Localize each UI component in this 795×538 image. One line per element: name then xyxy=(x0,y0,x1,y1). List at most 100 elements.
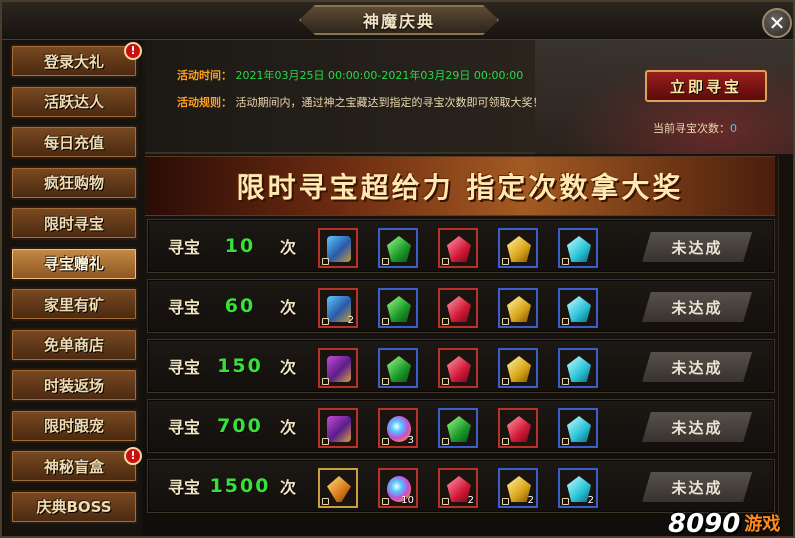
sidebar-item[interactable]: 家里有矿 xyxy=(10,287,138,321)
reward-item-slot[interactable] xyxy=(318,228,358,268)
claim-status-button[interactable]: 未达成 xyxy=(642,412,752,442)
bound-lock-icon xyxy=(562,438,569,445)
sidebar-item[interactable]: 活跃达人 xyxy=(10,84,138,119)
red-gem-icon xyxy=(507,416,531,442)
window-title: 神魔庆典 xyxy=(362,12,435,31)
sidebar-item[interactable]: 限时跟宠 xyxy=(10,408,138,443)
title-bar: 神魔庆典 ✕ xyxy=(2,2,793,40)
sidebar-item-label: 庆典BOSS xyxy=(36,498,112,516)
bound-lock-icon xyxy=(382,258,389,265)
yellow-gem-icon xyxy=(507,296,531,322)
reward-item-slot[interactable] xyxy=(438,288,478,328)
reward-item-slot[interactable]: 3 xyxy=(378,408,418,448)
purple-chest-icon xyxy=(327,416,351,442)
sidebar-item[interactable]: 登录大礼! xyxy=(10,42,142,78)
requirement-word: 寻宝 xyxy=(168,478,201,497)
claim-status-label: 未达成 xyxy=(671,478,723,497)
requirement-unit: 次 xyxy=(280,298,297,317)
sidebar-item[interactable]: 寻宝赠礼 xyxy=(10,246,138,281)
seek-treasure-button[interactable]: 立即寻宝 xyxy=(645,70,767,102)
yellow-gem-icon xyxy=(507,236,531,262)
claim-status-button[interactable]: 未达成 xyxy=(642,292,752,322)
reward-item-slot[interactable] xyxy=(498,288,538,328)
title-plate: 神魔庆典 xyxy=(299,5,499,35)
reward-item-slot[interactable] xyxy=(558,288,598,328)
reward-item-slot[interactable]: 2 xyxy=(318,288,358,328)
reward-item-slot[interactable] xyxy=(378,228,418,268)
sidebar-item[interactable]: 庆典BOSS xyxy=(10,489,138,524)
claim-status-button[interactable]: 未达成 xyxy=(642,232,752,262)
reward-item-slot[interactable] xyxy=(378,348,418,388)
requirement-word: 寻宝 xyxy=(168,238,201,257)
reward-item-slot[interactable] xyxy=(498,408,538,448)
yellow-gem-icon xyxy=(507,356,531,382)
sidebar-item-label: 时装返场 xyxy=(43,376,104,395)
reward-item-slot[interactable] xyxy=(318,348,358,388)
reward-item-slot[interactable] xyxy=(498,348,538,388)
sidebar-item-label: 疯狂购物 xyxy=(43,174,104,192)
blue-chest-icon xyxy=(327,236,351,262)
reward-item-slot[interactable] xyxy=(558,408,598,448)
sidebar-item-label: 家里有矿 xyxy=(43,295,104,314)
cyan-gem-icon xyxy=(567,296,591,322)
green-gem-icon xyxy=(387,296,411,322)
reward-item-slot[interactable] xyxy=(378,288,418,328)
reward-item-slot[interactable] xyxy=(438,228,478,268)
sidebar-item-label: 免单商店 xyxy=(43,336,104,354)
reward-item-slot[interactable] xyxy=(318,468,358,508)
reward-item-slot[interactable] xyxy=(438,408,478,448)
bound-lock-icon xyxy=(322,498,329,505)
sidebar: 登录大礼! 活跃达人每日充值疯狂购物限时寻宝寻宝赠礼家里有矿免单商店时装返场限时跟… xyxy=(4,40,142,536)
sidebar-item-label: 活跃达人 xyxy=(43,93,104,111)
requirement-count: 10 xyxy=(224,235,256,257)
bound-lock-icon xyxy=(382,498,389,505)
requirement-word: 寻宝 xyxy=(168,298,201,317)
claim-status-button[interactable]: 未达成 xyxy=(642,352,752,382)
reward-item-slot[interactable] xyxy=(438,348,478,388)
sidebar-item[interactable]: 每日充值 xyxy=(10,125,138,159)
sidebar-item[interactable]: 神秘盲盒! xyxy=(10,447,142,483)
requirement-unit: 次 xyxy=(280,358,297,377)
bound-lock-icon xyxy=(562,318,569,325)
reward-item-slot[interactable] xyxy=(558,228,598,268)
bound-lock-icon xyxy=(502,438,509,445)
sidebar-item-label: 寻宝赠礼 xyxy=(43,255,104,273)
bound-lock-icon xyxy=(442,498,449,505)
bound-lock-icon xyxy=(562,258,569,265)
reward-item-slot[interactable]: 2 xyxy=(498,468,538,508)
reward-requirement: 寻宝 150 次 xyxy=(168,340,296,392)
red-gem-icon xyxy=(447,236,471,262)
reward-item-slot[interactable]: 2 xyxy=(438,468,478,508)
reward-item-slot[interactable] xyxy=(318,408,358,448)
bound-lock-icon xyxy=(322,438,329,445)
sidebar-item[interactable]: 时装返场 xyxy=(10,368,138,402)
bound-lock-icon xyxy=(382,378,389,385)
claim-status-label: 未达成 xyxy=(671,358,723,377)
watermark-number: 8090 xyxy=(668,509,741,538)
reward-row: 寻宝 60 次 2 未达成 xyxy=(147,279,775,333)
promo-banner: 限时寻宝超给力 指定次数拿大奖 xyxy=(145,156,775,216)
bound-lock-icon xyxy=(442,378,449,385)
reward-row: 寻宝 10 次 未达成 xyxy=(147,219,775,273)
reward-row: 寻宝 700 次 3 未达成 xyxy=(147,399,775,453)
bound-lock-icon xyxy=(382,438,389,445)
sidebar-item[interactable]: 免单商店 xyxy=(10,327,138,362)
red-gem-icon xyxy=(447,356,471,382)
bound-lock-icon xyxy=(322,378,329,385)
bound-lock-icon xyxy=(562,378,569,385)
reward-list-scrollbar[interactable] xyxy=(778,156,793,536)
reward-item-slot[interactable] xyxy=(558,348,598,388)
event-window: 神魔庆典 ✕ 登录大礼! 活跃达人每日充值疯狂购物限时寻宝寻宝赠礼家里有矿免单商店… xyxy=(0,0,795,538)
bound-lock-icon xyxy=(502,378,509,385)
watermark-text: 游戏 xyxy=(744,514,781,535)
sidebar-item[interactable]: 限时寻宝 xyxy=(10,206,138,240)
reward-item-slot[interactable]: 10 xyxy=(378,468,418,508)
seek-treasure-label: 立即寻宝 xyxy=(669,77,742,96)
bound-lock-icon xyxy=(322,318,329,325)
reward-item-slot[interactable] xyxy=(498,228,538,268)
reward-item-slot[interactable]: 2 xyxy=(558,468,598,508)
sidebar-item[interactable]: 疯狂购物 xyxy=(10,165,138,200)
bound-lock-icon xyxy=(442,438,449,445)
close-button[interactable]: ✕ xyxy=(762,8,792,38)
amber-gem-icon xyxy=(327,476,351,502)
